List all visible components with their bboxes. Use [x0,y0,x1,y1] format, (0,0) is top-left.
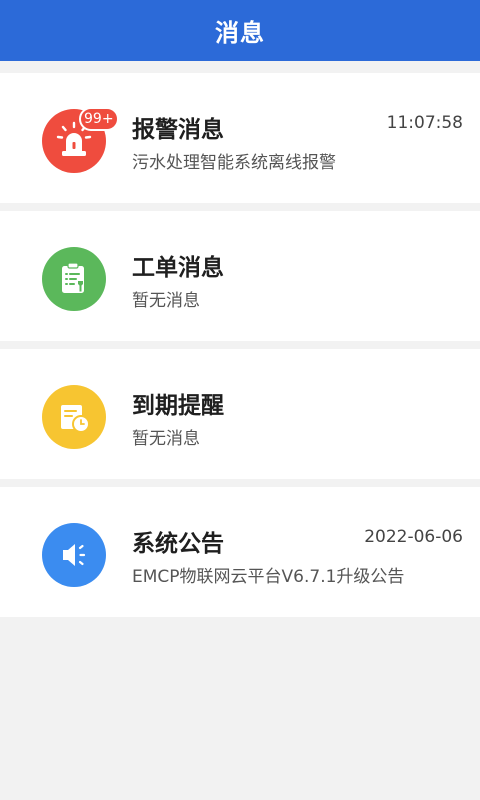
message-item-announcement[interactable]: 系统公告 EMCP物联网云平台V6.7.1升级公告 2022-06-06 [0,487,480,617]
alarm-icon: 99+ [42,107,119,173]
message-item-expiry-reminder[interactable]: 到期提醒 暂无消息 [0,349,480,479]
message-title: 系统公告 [132,531,224,557]
expiry-reminder-icon [42,385,106,449]
page-title: 消息 [215,19,265,47]
message-item-work-order[interactable]: 工单消息 暂无消息 [0,211,480,341]
message-time: 2022-06-06 [364,527,463,547]
message-time: 11:07:58 [386,113,463,133]
message-title: 工单消息 [132,255,224,281]
message-item-alarm[interactable]: 99+ 报警消息 污水处理智能系统离线报警 11:07:58 [0,73,480,203]
work-order-icon [42,247,106,311]
message-preview: 污水处理智能系统离线报警 [132,153,336,173]
announcement-icon [42,523,106,587]
message-title: 报警消息 [132,117,224,143]
message-list: 99+ 报警消息 污水处理智能系统离线报警 11:07:58 工单消息 暂无消息… [0,73,480,625]
message-preview: 暂无消息 [132,429,200,449]
app-header: 消息 [0,0,480,61]
message-preview: 暂无消息 [132,291,200,311]
message-title: 到期提醒 [132,393,224,419]
unread-count-badge: 99+ [79,107,119,131]
message-preview: EMCP物联网云平台V6.7.1升级公告 [132,567,405,587]
